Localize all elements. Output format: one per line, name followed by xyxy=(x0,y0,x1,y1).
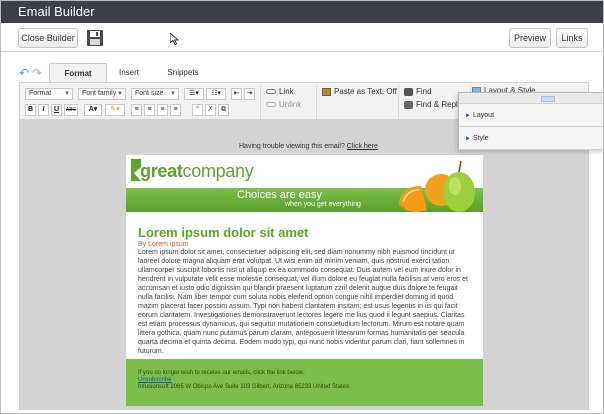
paste-as-text-label: Paste as Text: Off xyxy=(334,87,397,96)
link-icon xyxy=(266,89,276,95)
email-footer: If you no longer wish to receive our ema… xyxy=(126,359,483,406)
find-label: Find xyxy=(416,87,432,96)
email-byline: By Lorem ipsum xyxy=(138,241,189,248)
chevron-down-icon: ▼ xyxy=(170,91,176,97)
tab-insert[interactable]: Insert xyxy=(109,63,149,82)
align-justify-icon[interactable]: ≡ xyxy=(170,104,181,116)
company-logo: greatcompany xyxy=(140,161,254,182)
email-body[interactable]: greatcompany Choices are easy when you g… xyxy=(126,155,483,406)
logo-bold-text: great xyxy=(140,161,183,181)
toolbar-divider xyxy=(260,85,261,119)
binoculars-icon xyxy=(404,87,413,96)
redo-icon[interactable]: ↷ xyxy=(32,66,42,80)
close-builder-button[interactable]: Close Builder xyxy=(18,28,78,48)
font-family-select[interactable]: Font family ▼ xyxy=(78,88,126,100)
undo-icon[interactable]: ↶ xyxy=(19,66,29,80)
outdent-icon[interactable]: ⇤ xyxy=(231,88,242,100)
chevron-right-icon: ► xyxy=(465,136,471,142)
blockquote-icon[interactable]: “ xyxy=(192,104,203,116)
links-button[interactable]: Links xyxy=(556,28,588,48)
link-button[interactable]: Link xyxy=(266,87,294,96)
numbered-list-button[interactable]: ☷▾ xyxy=(206,88,226,100)
unlink-button[interactable]: Unlink xyxy=(266,100,301,109)
footer-unsubscribe-note: If you no longer wish to receive our ema… xyxy=(138,370,305,376)
remove-format-icon[interactable]: ✗ xyxy=(205,104,216,116)
panel-style-section[interactable]: ► Style xyxy=(459,128,603,150)
unsubscribe-link[interactable]: Unsubscribe xyxy=(138,377,171,383)
align-center-icon[interactable]: ≡ xyxy=(144,104,155,116)
paste-as-text-button[interactable]: Paste as Text: Off xyxy=(322,87,397,96)
fruit-image xyxy=(399,160,475,212)
strikethrough-button[interactable]: ABC xyxy=(64,104,78,116)
logo-thin-text: company xyxy=(182,161,254,181)
find-button[interactable]: Find xyxy=(404,87,432,96)
top-bar: Close Builder Preview Links xyxy=(1,23,603,52)
font-size-select[interactable]: Font size ▼ xyxy=(131,88,179,100)
email-heading: Lorem ipsum dolor sit amet xyxy=(138,225,309,240)
underline-button[interactable]: U xyxy=(51,104,62,116)
toolbar-divider xyxy=(316,85,317,119)
mouse-cursor-icon xyxy=(169,32,180,48)
panel-layout-label: Layout xyxy=(473,112,495,119)
tab-format[interactable]: Format xyxy=(49,63,107,82)
unlink-icon xyxy=(266,102,276,108)
trouble-viewing-text: Having trouble viewing this email? Click… xyxy=(239,143,378,150)
align-left-icon[interactable]: ≡ xyxy=(131,104,142,116)
tab-row: ↶ ↷ Format Insert Snippets xyxy=(1,60,603,82)
tab-snippets[interactable]: Snippets xyxy=(161,63,205,82)
text-color-button[interactable]: A▾ xyxy=(84,104,102,116)
banner-headline: Choices are easy xyxy=(237,189,322,201)
click-here-link[interactable]: Click here xyxy=(347,143,378,150)
align-right-icon[interactable]: ≡ xyxy=(157,104,168,116)
font-size-label: Font size xyxy=(135,90,164,97)
panel-header[interactable] xyxy=(459,93,603,104)
unlink-label: Unlink xyxy=(279,100,302,109)
banner-subline: when you get everything xyxy=(285,201,361,208)
highlight-color-button[interactable]: ✎▾ xyxy=(105,104,125,116)
italic-button[interactable]: I xyxy=(38,104,49,116)
drag-handle-icon[interactable] xyxy=(541,96,555,102)
clipboard-icon xyxy=(322,87,331,96)
app-title: Email Builder xyxy=(1,1,603,23)
panel-layout-section[interactable]: ► Layout xyxy=(459,105,603,127)
source-code-icon[interactable]: ⧉ xyxy=(218,104,229,116)
link-label: Link xyxy=(279,87,294,96)
trouble-viewing-label: Having trouble viewing this email? xyxy=(239,143,345,150)
bold-button[interactable]: B xyxy=(25,104,36,116)
footer-address: Infusionsoft 2065 W Obispo Ave Suite 103… xyxy=(138,384,350,390)
format-select[interactable]: Format ▼ xyxy=(25,88,73,100)
save-icon[interactable] xyxy=(85,28,105,48)
panel-style-label: Style xyxy=(473,135,489,142)
preview-button[interactable]: Preview xyxy=(509,28,551,48)
bullet-list-button[interactable]: ☰▾ xyxy=(184,88,204,100)
chevron-right-icon: ► xyxy=(465,113,471,119)
format-select-label: Format xyxy=(29,90,52,97)
chevron-down-icon: ▼ xyxy=(64,91,70,97)
email-body-text: Lorem ipsum dolor sit amet, consectetuer… xyxy=(138,249,468,355)
layout-style-panel: ► Layout ► Style xyxy=(458,92,604,150)
find-replace-icon xyxy=(404,100,413,109)
indent-icon[interactable]: ⇥ xyxy=(244,88,255,100)
chevron-down-icon: ▼ xyxy=(117,91,123,97)
toolbar-divider xyxy=(398,85,399,119)
font-family-label: Font family xyxy=(82,90,117,97)
